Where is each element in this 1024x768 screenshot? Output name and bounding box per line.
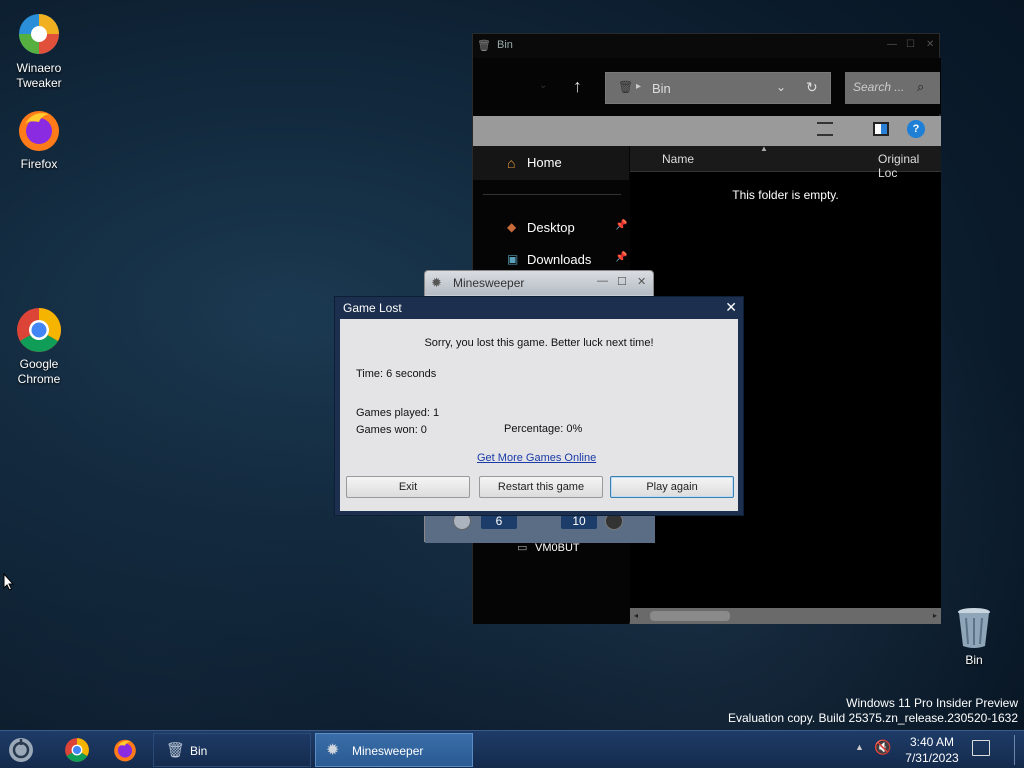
mine-icon: ✹ <box>431 275 442 290</box>
minesweeper-titlebar[interactable]: ✹ Minesweeper — ☐ ✕ <box>425 271 653 295</box>
firefox-icon <box>15 106 63 154</box>
up-arrow-icon[interactable]: ↑ <box>573 76 582 97</box>
windows-watermark: Windows 11 Pro Insider Preview Evaluatio… <box>728 696 1018 725</box>
empty-folder-message: This folder is empty. <box>732 188 839 202</box>
start-button[interactable] <box>6 733 40 767</box>
mine-icon: ✹ <box>326 742 340 759</box>
close-icon[interactable]: ✕ <box>637 275 646 288</box>
minimize-icon[interactable]: — <box>887 39 897 50</box>
chevron-down-icon[interactable]: ⌄ <box>539 80 547 91</box>
dialog-title: Game Lost <box>343 301 402 315</box>
details-view-icon[interactable] <box>817 122 833 136</box>
chrome-icon <box>65 738 89 762</box>
downloads-folder-icon: ▣ <box>507 252 519 266</box>
sort-arrow-icon: ▲ <box>760 144 768 153</box>
search-input[interactable]: Search ... <box>853 80 904 94</box>
address-text: Bin <box>652 81 671 96</box>
horizontal-scrollbar[interactable]: ◂ ▸ <box>630 608 941 624</box>
desktop-icon-firefox[interactable]: Firefox <box>4 106 74 172</box>
show-desktop-button[interactable] <box>1014 735 1015 765</box>
taskbar-app-bin[interactable]: 🗑 Bin <box>153 733 311 767</box>
taskbar-clock[interactable]: 3:40 AM 7/31/2023 <box>892 734 972 766</box>
close-icon[interactable]: ✕ <box>725 299 737 316</box>
desktop-icon-label: Firefox <box>20 157 58 171</box>
dialog-titlebar[interactable]: Game Lost ✕ <box>335 297 743 319</box>
search-box[interactable]: Search ... ⌕ <box>845 72 940 104</box>
dialog-body: Sorry, you lost this game. Better luck n… <box>340 319 738 511</box>
preview-pane-icon[interactable] <box>873 122 889 136</box>
desktop-icon-google-chrome[interactable]: Google Chrome <box>4 306 74 387</box>
chevron-right-icon: ▸ <box>636 81 642 92</box>
column-header-name[interactable]: Name <box>662 152 694 166</box>
desktop-icon-winaero-tweaker[interactable]: Winaero Tweaker <box>4 10 74 91</box>
play-again-button[interactable]: Play again <box>610 476 734 498</box>
taskbar-firefox[interactable] <box>112 733 142 767</box>
chevron-down-icon[interactable]: ⌄ <box>776 80 786 94</box>
taskbar: 🗑 Bin ✹ Minesweeper ▲ 🔇 3:40 AM 7/31/202… <box>0 730 1024 768</box>
maximize-icon[interactable]: ☐ <box>906 39 915 50</box>
chrome-icon <box>15 306 63 354</box>
clock-date: 7/31/2023 <box>905 751 959 765</box>
desktop-icon-label: Winaero Tweaker <box>16 61 62 90</box>
desktop-icon-label: Bin <box>965 653 983 667</box>
recycle-bin-icon <box>954 606 994 650</box>
clock-time: 3:40 AM <box>909 735 955 749</box>
games-played-stat: Games played: 1 <box>356 407 440 419</box>
firefox-icon <box>114 739 136 762</box>
maximize-icon[interactable]: ☐ <box>617 275 627 288</box>
divider <box>483 194 621 195</box>
pin-icon[interactable]: 📌 <box>615 220 627 231</box>
exit-button[interactable]: Exit <box>346 476 470 498</box>
winaero-tweaker-icon <box>15 10 63 58</box>
minimize-icon[interactable]: — <box>597 275 608 287</box>
search-icon[interactable]: ⌕ <box>917 79 924 95</box>
nav-item-home[interactable]: ⌂ Home <box>473 146 629 180</box>
scrollbar-thumb[interactable] <box>650 611 730 621</box>
desktop-icon-bin[interactable]: Bin <box>939 606 1009 668</box>
recycle-bin-icon: 🗑 <box>477 40 491 52</box>
column-headers: Name ▲ Original Loc <box>630 144 941 180</box>
notification-icon[interactable] <box>972 740 990 756</box>
close-icon[interactable]: ✕ <box>926 39 934 50</box>
explorer-titlebar[interactable]: 🗑 Bin — ☐ ✕ <box>473 34 939 58</box>
desktop-icon-label: Google Chrome <box>17 357 61 386</box>
help-icon[interactable]: ? <box>907 120 925 138</box>
minesweeper-title: Minesweeper <box>453 276 525 290</box>
percentage-stat: Percentage: 0% <box>504 423 583 435</box>
recycle-bin-icon: 🗑 <box>618 80 634 94</box>
games-won-stat: Games won: 0 <box>356 424 427 436</box>
desktop-folder-icon: ◆ <box>507 220 517 234</box>
pin-icon[interactable]: 📌 <box>615 252 627 263</box>
command-bar: ? <box>473 116 941 146</box>
refresh-icon[interactable]: ↻ <box>806 79 818 96</box>
get-more-games-link[interactable]: Get More Games Online <box>477 452 596 464</box>
volume-muted-icon[interactable]: 🔇 <box>874 739 891 756</box>
nav-item-desktop[interactable]: ◆ Desktop 📌 <box>473 216 629 240</box>
address-box[interactable]: 🗑 ▸ Bin ⌄ ↻ <box>605 72 831 104</box>
game-lost-dialog: Game Lost ✕ Sorry, you lost this game. B… <box>334 296 744 516</box>
scroll-left-icon[interactable]: ◂ <box>634 611 638 620</box>
time-stat: Time: 6 seconds <box>356 368 437 380</box>
taskbar-app-minesweeper[interactable]: ✹ Minesweeper <box>315 733 473 767</box>
address-bar-area: ⌄ ↑ 🗑 ▸ Bin ⌄ ↻ Search ... ⌕ <box>473 58 941 114</box>
explorer-title: Bin <box>497 39 513 51</box>
start-icon <box>9 738 33 762</box>
home-icon: ⌂ <box>507 155 516 171</box>
loss-message: Sorry, you lost this game. Better luck n… <box>424 337 654 349</box>
mouse-cursor-icon <box>3 573 15 591</box>
taskbar-chrome[interactable] <box>64 733 94 767</box>
nav-item-downloads[interactable]: ▣ Downloads 📌 <box>473 248 629 272</box>
recycle-bin-icon: 🗑 <box>166 742 186 759</box>
column-header-original-location[interactable]: Original Loc <box>878 152 941 180</box>
chevron-up-icon[interactable]: ▲ <box>855 742 864 752</box>
restart-button[interactable]: Restart this game <box>479 476 603 498</box>
scroll-right-icon[interactable]: ▸ <box>933 611 937 620</box>
